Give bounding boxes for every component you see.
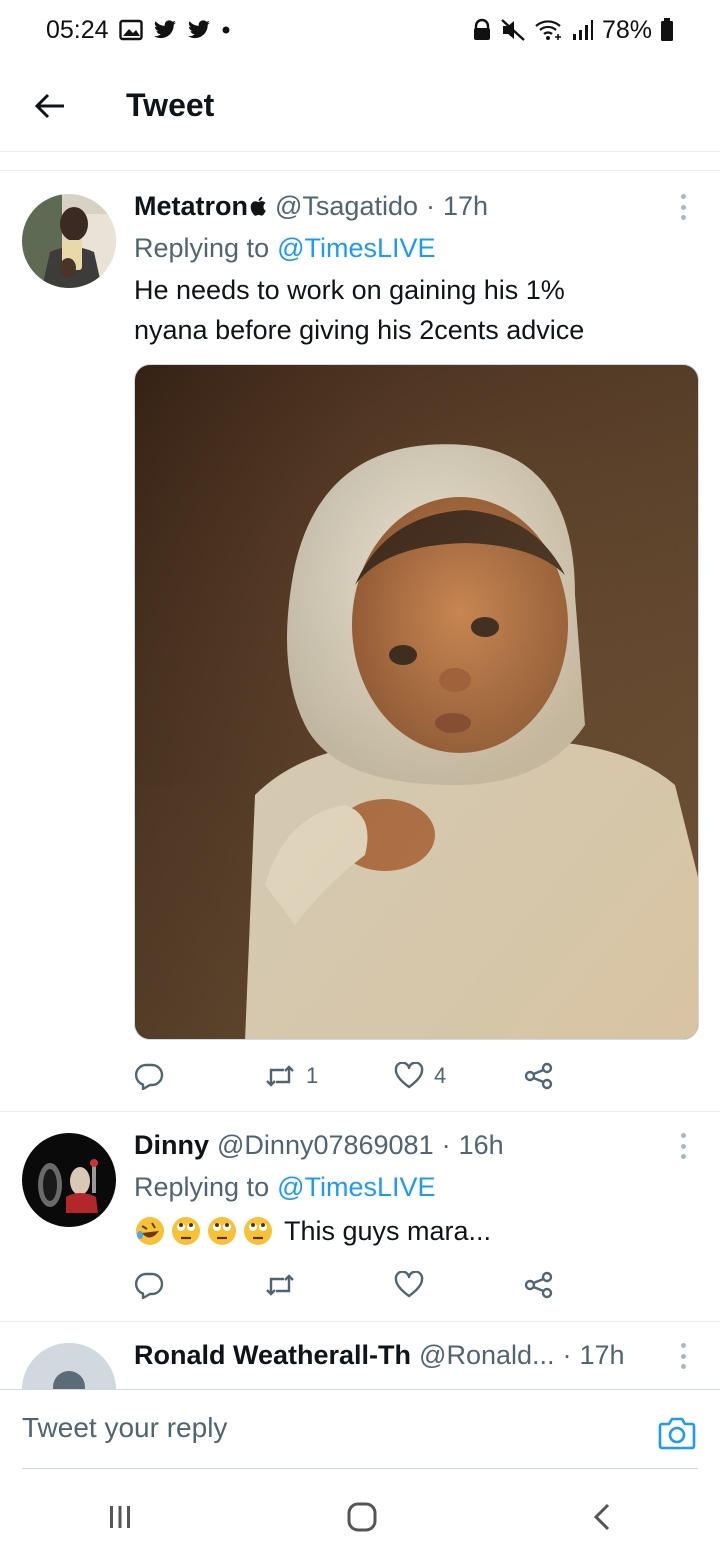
author-name[interactable]: Metatron [134, 191, 248, 222]
replying-label: Replying to [134, 1171, 270, 1202]
home-icon [347, 1502, 377, 1532]
tweet[interactable]: Metatron @Tsagatido · 17h Replying to @T… [0, 172, 720, 1112]
retweet-count: 1 [306, 1063, 319, 1088]
like-button[interactable]: 4 [394, 1062, 524, 1090]
home-button[interactable] [346, 1501, 378, 1538]
eye-roll-emoji-icon [208, 1217, 236, 1245]
reply-input[interactable]: Tweet your reply [22, 1412, 227, 1444]
like-count: 4 [434, 1063, 447, 1088]
more-options-button[interactable] [668, 1339, 698, 1373]
twitter-notification-icon [153, 20, 177, 40]
heart-icon [394, 1271, 424, 1298]
reply-composer: Tweet your reply [0, 1389, 720, 1479]
tweet-actions [134, 1265, 654, 1305]
reply-button[interactable] [134, 1271, 264, 1299]
separator-dot: · [426, 190, 435, 221]
divider [0, 153, 720, 171]
separator-dot: · [562, 1339, 572, 1370]
more-options-button[interactable] [668, 190, 698, 224]
avatar[interactable] [22, 1133, 116, 1227]
status-bar: 05:24 78% [0, 0, 720, 60]
retweet-button[interactable]: 1 [264, 1063, 394, 1089]
author-name[interactable]: Dinny [134, 1130, 209, 1161]
mute-icon [500, 18, 526, 42]
battery-percent: 78% [601, 15, 652, 44]
heart-icon [394, 1062, 424, 1089]
replying-to-link[interactable]: @TimesLIVE [277, 1172, 435, 1203]
tweet-actions: 1 4 [134, 1056, 654, 1096]
eye-roll-emoji-icon [172, 1217, 200, 1245]
gallery-icon [118, 19, 143, 41]
reply-button[interactable] [134, 1062, 264, 1090]
retweet-icon [266, 1065, 294, 1087]
back-nav-button[interactable] [591, 1502, 613, 1537]
retweet-button[interactable] [264, 1272, 394, 1298]
signal-icon [572, 19, 594, 41]
tweet[interactable]: Dinny @Dinny07869081 · 16h Replying to @… [0, 1113, 720, 1322]
apple-icon [250, 196, 266, 216]
lock-icon [472, 18, 492, 42]
replying-label: Replying to [134, 232, 270, 263]
chevron-left-icon [594, 1503, 610, 1531]
battery-icon [660, 18, 674, 42]
camera-button[interactable] [658, 1416, 696, 1455]
tweet-image[interactable] [134, 364, 699, 1040]
divider [22, 1468, 698, 1469]
more-options-button[interactable] [668, 1129, 698, 1163]
back-button[interactable] [0, 60, 100, 152]
recent-apps-button[interactable] [107, 1504, 133, 1535]
status-time: 05:24 [46, 15, 109, 44]
arrow-left-icon [34, 93, 64, 118]
replying-to-link[interactable]: @TimesLIVE [277, 233, 435, 264]
share-icon [524, 1271, 553, 1299]
tweet-text-line: He needs to work on gaining his 1% [134, 275, 565, 305]
tweet-text: He needs to work on gaining his 1% nyana… [134, 270, 698, 350]
retweet-icon [266, 1274, 294, 1296]
tweet-text-line: nyana before giving his 2cents advice [134, 315, 585, 345]
top-app-bar: Tweet [0, 60, 720, 152]
tweet[interactable]: Ronald Weatherall-Th @Ronald... · 17h [0, 1323, 720, 1389]
author-handle[interactable]: @Dinny07869081 [217, 1130, 434, 1161]
tweet-timestamp[interactable]: 17h [443, 191, 488, 222]
twitter-notification-icon [187, 20, 211, 40]
recent-apps-icon [109, 1506, 130, 1528]
share-button[interactable] [524, 1062, 654, 1090]
replying-to: Replying to @TimesLIVE [134, 1165, 698, 1209]
like-button[interactable] [394, 1271, 524, 1299]
page-title: Tweet [126, 87, 215, 123]
avatar[interactable] [22, 1343, 116, 1389]
tweet-text: This guys mara... [134, 1211, 698, 1251]
eye-roll-emoji-icon [244, 1217, 272, 1245]
tweet-text-line: This guys mara... [284, 1216, 492, 1246]
share-icon [524, 1062, 553, 1090]
camera-icon [658, 1417, 696, 1450]
system-nav-bar [0, 1479, 720, 1560]
author-name[interactable]: Ronald Weatherall-Th [134, 1340, 411, 1371]
share-button[interactable] [524, 1271, 654, 1299]
replying-to: Replying to @TimesLIVE [134, 226, 698, 270]
tweet-timestamp[interactable]: 16h [459, 1130, 504, 1161]
tweet-timestamp[interactable]: 17h [580, 1340, 625, 1371]
author-handle[interactable]: @Tsagatido [275, 191, 418, 222]
separator-dot: · [441, 1129, 451, 1160]
reply-icon [134, 1272, 164, 1299]
avatar[interactable] [22, 194, 116, 288]
reply-icon [134, 1063, 164, 1090]
notification-dot-icon [221, 25, 231, 35]
rofl-emoji-icon [136, 1217, 164, 1245]
author-handle[interactable]: @Ronald... [419, 1340, 554, 1371]
wifi-icon [534, 18, 564, 42]
